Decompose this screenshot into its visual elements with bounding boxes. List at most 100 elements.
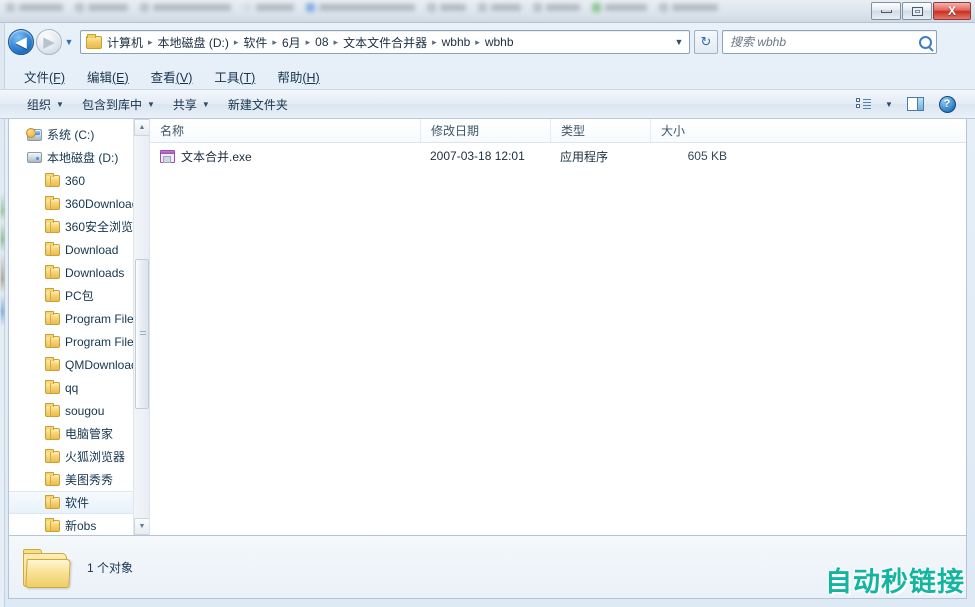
file-name-label: 文本合并.exe <box>181 149 252 164</box>
close-button[interactable]: X <box>933 2 971 20</box>
sidebar-item-label: sougou <box>65 403 105 418</box>
breadcrumb-item[interactable]: 6月 <box>279 33 304 52</box>
refresh-button[interactable]: ↻ <box>694 30 718 54</box>
sidebar-item-label: 本地磁盘 (D:) <box>47 151 119 165</box>
menu-item-文件[interactable]: 文件(F) <box>14 64 75 89</box>
sidebar-item-label: 电脑管家 <box>65 427 114 441</box>
sidebar-item-PC包[interactable]: PC包 <box>9 284 149 307</box>
view-list-icon <box>855 97 871 111</box>
chevron-down-icon: ▼ <box>146 99 155 109</box>
organize-button[interactable]: 组织 ▼ <box>18 92 73 117</box>
sidebar-item-Download[interactable]: Download <box>9 238 149 261</box>
sidebar-item-label: 火狐浏览器 <box>65 450 126 464</box>
sidebar-item-sougou[interactable]: sougou <box>9 399 149 422</box>
sidebar-item-360Download[interactable]: 360Download <box>9 192 149 215</box>
search-box[interactable] <box>722 30 937 54</box>
folder-icon <box>45 471 60 486</box>
address-bar[interactable]: 计算机 ▸ 本地磁盘 (D:) ▸ 软件 ▸ 6月 ▸ 08 ▸ 文本文件合并器 ▸ wbhb ▸ wbhb… <box>80 30 690 54</box>
column-header-label: 类型 <box>561 123 586 138</box>
scroll-down-button[interactable]: ▼ <box>134 518 149 535</box>
menu-item-查看[interactable]: 查看(V) <box>141 64 203 89</box>
sidebar-item-软件[interactable]: 软件 <box>9 491 149 514</box>
sidebar-item-电脑管家[interactable]: 电脑管家 <box>9 422 149 445</box>
help-button[interactable]: ? <box>933 92 961 116</box>
preview-pane-icon <box>906 97 924 111</box>
address-dropdown-icon[interactable]: ▼ <box>671 37 687 47</box>
sidebar-item-label: 系统 (C:) <box>47 128 95 142</box>
folder-icon <box>45 195 60 210</box>
minimize-button[interactable] <box>871 2 901 20</box>
restore-icon <box>911 6 923 16</box>
toolbar-right-group: ▼ ? <box>849 92 969 116</box>
new-folder-button[interactable]: 新建文件夹 <box>219 92 297 117</box>
sidebar-item-label: Program Files <box>65 334 140 349</box>
maximize-button[interactable] <box>902 2 932 20</box>
back-button[interactable]: ◀ <box>8 29 34 55</box>
folder-icon <box>45 333 60 348</box>
sidebar-item-QMDownload[interactable]: QMDownload <box>9 353 149 376</box>
menu-item-帮助[interactable]: 帮助(H) <box>267 64 329 89</box>
column-header-大小[interactable]: 大小 <box>650 119 745 142</box>
file-date-cell: 2007-03-18 12:01 <box>430 149 525 163</box>
close-icon: X <box>947 4 956 18</box>
back-arrow-icon: ◀ <box>15 33 27 51</box>
background-tab-strip <box>0 0 975 23</box>
folder-icon <box>45 218 60 233</box>
chevron-down-icon: ▼ <box>64 37 74 47</box>
breadcrumb-item[interactable]: 08 <box>312 34 331 50</box>
column-header-名称[interactable]: 名称▵ <box>150 119 420 142</box>
change-view-button[interactable] <box>849 92 877 116</box>
sidebar-item-火狐浏览器[interactable]: 火狐浏览器 <box>9 445 149 468</box>
column-header-label: 名称 <box>160 123 185 138</box>
breadcrumb-item[interactable]: 本地磁盘 (D:) <box>155 33 232 52</box>
chevron-down-icon: ▼ <box>138 523 146 530</box>
include-in-library-button[interactable]: 包含到库中 ▼ <box>73 92 164 117</box>
breadcrumb-item[interactable]: 文本文件合并器 <box>340 33 430 52</box>
scrollbar-thumb[interactable] <box>135 259 149 409</box>
sidebar-item-qq[interactable]: qq <box>9 376 149 399</box>
scroll-up-button[interactable]: ▲ <box>134 119 149 136</box>
sidebar-item-360安全浏览器[interactable]: 360安全浏览器 <box>9 215 149 238</box>
search-input[interactable] <box>730 35 919 49</box>
preview-pane-button[interactable] <box>901 92 929 116</box>
history-dropdown-button[interactable]: ▼ <box>62 29 76 55</box>
forward-button[interactable]: ▶ <box>36 29 62 55</box>
breadcrumb-item[interactable]: 计算机 <box>104 33 146 52</box>
sidebar-item-label: 新obs <box>65 519 97 533</box>
sidebar-item-本地磁盘 (D:)[interactable]: 本地磁盘 (D:) <box>9 146 149 169</box>
sidebar-item-label: 美图秀秀 <box>65 473 114 487</box>
folder-icon <box>45 356 60 371</box>
sidebar-scrollbar[interactable]: ▲ ▼ <box>133 119 149 535</box>
share-button[interactable]: 共享 ▼ <box>164 92 219 117</box>
new-folder-label: 新建文件夹 <box>227 97 288 112</box>
breadcrumb-separator: ▸ <box>305 36 311 47</box>
breadcrumb-separator: ▸ <box>148 36 153 47</box>
folder-icon <box>45 310 60 325</box>
folder-icon <box>45 448 60 463</box>
sidebar-item-360[interactable]: 360 <box>9 169 149 192</box>
sort-ascending-icon: ▵ <box>150 119 420 122</box>
sidebar-item-系统 (C:)[interactable]: 系统 (C:) <box>9 123 149 146</box>
sidebar-item-label: 360 <box>65 173 86 188</box>
breadcrumb-separator: ▸ <box>272 36 277 47</box>
sidebar-item-新obs[interactable]: 新obs <box>9 514 149 535</box>
menu-item-工具[interactable]: 工具(T) <box>204 64 265 89</box>
sidebar-item-美图秀秀[interactable]: 美图秀秀 <box>9 468 149 491</box>
menu-item-编辑[interactable]: 编辑(E) <box>77 64 139 89</box>
table-row[interactable]: 文本合并.exe 2007-03-18 12:01 应用程序 605 KB <box>150 143 966 169</box>
column-header-类型[interactable]: 类型 <box>550 119 650 142</box>
sidebar-item-label: PC包 <box>65 289 94 303</box>
forward-arrow-icon: ▶ <box>43 33 55 51</box>
view-dropdown-button[interactable]: ▼ <box>881 92 897 116</box>
breadcrumb-item[interactable]: 软件 <box>240 33 270 52</box>
folder-icon <box>45 494 60 509</box>
sidebar-item-Downloads[interactable]: Downloads <box>9 261 149 284</box>
include-in-library-label: 包含到库中 <box>81 97 142 112</box>
column-header-修改日期[interactable]: 修改日期 <box>420 119 550 142</box>
sidebar-item-Program Files[interactable]: Program Files <box>9 330 149 353</box>
organize-label: 组织 <box>27 97 52 112</box>
column-header-label: 大小 <box>661 123 686 138</box>
sidebar-item-Program Files[interactable]: Program Files <box>9 307 149 330</box>
breadcrumb-item[interactable]: wbhb <box>482 34 517 50</box>
breadcrumb-item[interactable]: wbhb <box>439 34 474 50</box>
